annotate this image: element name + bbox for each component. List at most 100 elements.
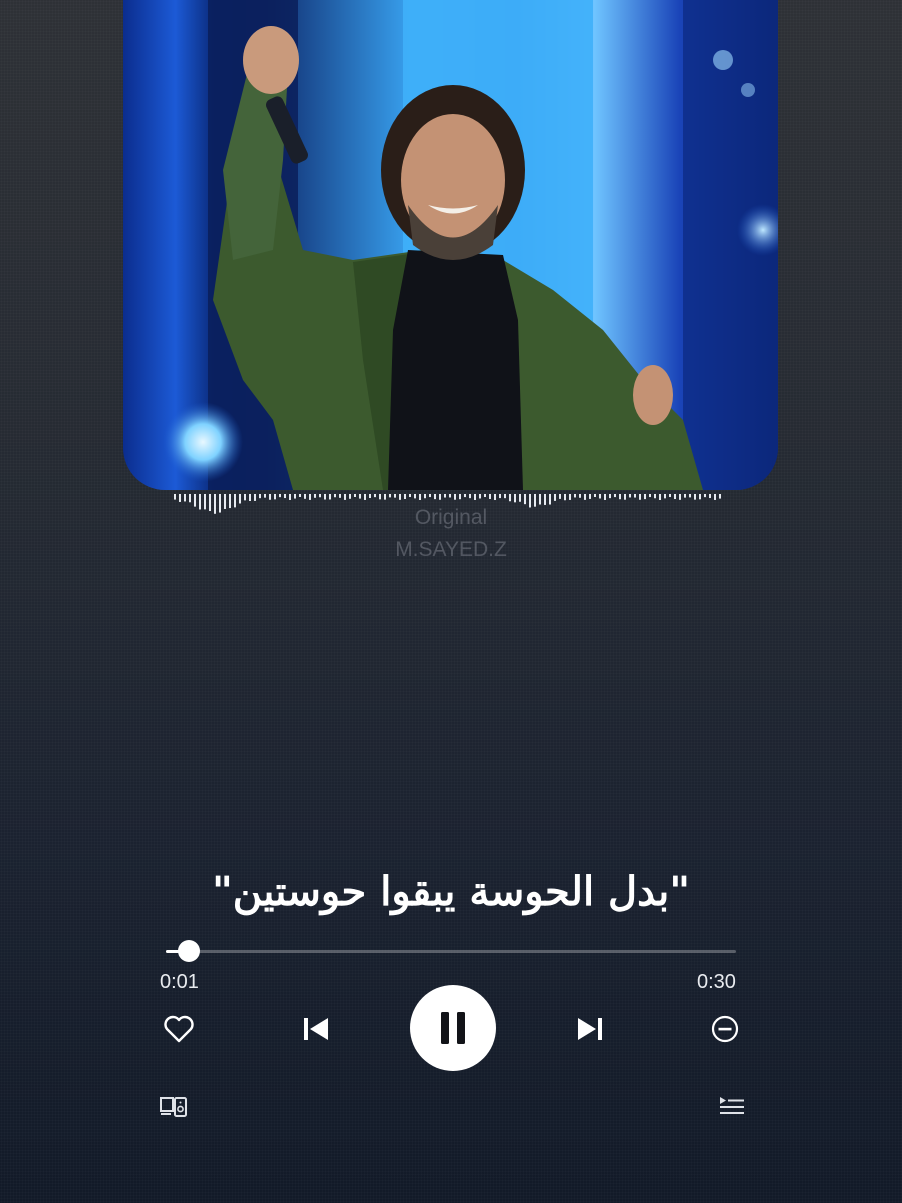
waveform-bar bbox=[534, 494, 536, 507]
waveform-bar bbox=[544, 494, 546, 505]
waveform-bar bbox=[609, 494, 611, 499]
album-art bbox=[123, 0, 778, 490]
waveform-bar bbox=[414, 494, 416, 499]
waveform-bar bbox=[684, 494, 686, 498]
waveform-bar bbox=[569, 494, 571, 500]
waveform-bar bbox=[539, 494, 541, 505]
waveform-bar bbox=[639, 494, 641, 500]
waveform-bar bbox=[264, 494, 266, 498]
waveform-bar bbox=[194, 494, 196, 507]
waveform-bar bbox=[594, 494, 596, 498]
waveform-bar bbox=[389, 494, 391, 498]
waveform-bar bbox=[179, 494, 181, 502]
waveform-bar bbox=[384, 494, 386, 500]
waveform-bar bbox=[664, 494, 666, 499]
waveform-bar bbox=[249, 494, 251, 502]
waveform-bar bbox=[174, 494, 176, 500]
waveform-bar bbox=[379, 494, 381, 500]
queue-icon bbox=[720, 1097, 744, 1114]
waveform-bar bbox=[289, 494, 291, 500]
progress-thumb[interactable] bbox=[177, 940, 200, 962]
waveform-bar bbox=[584, 494, 586, 500]
waveform-bar bbox=[519, 494, 521, 502]
waveform-bar bbox=[279, 494, 281, 498]
waveform-bar bbox=[444, 494, 446, 498]
waveform-bar bbox=[429, 494, 431, 498]
waveform-bar bbox=[504, 494, 506, 499]
remove-button[interactable] bbox=[706, 1010, 744, 1048]
waveform-bar bbox=[354, 494, 356, 498]
waveform-bar bbox=[509, 494, 511, 502]
elapsed-time: 0:01 bbox=[160, 971, 199, 993]
waveform-bar bbox=[364, 494, 366, 500]
minus-circle-icon bbox=[711, 1015, 739, 1043]
total-time: 0:30 bbox=[697, 971, 736, 993]
waveform-bar bbox=[314, 494, 316, 498]
skip-previous-icon bbox=[304, 1018, 328, 1040]
waveform-bar bbox=[514, 494, 516, 503]
waveform-bar bbox=[419, 494, 421, 500]
waveform-bar bbox=[244, 494, 246, 501]
waveform-bar bbox=[434, 494, 436, 500]
waveform-bar bbox=[564, 494, 566, 501]
waveform-bar bbox=[184, 494, 186, 502]
waveform-bar bbox=[189, 494, 191, 503]
waveform-bar bbox=[499, 494, 501, 499]
waveform-bar bbox=[284, 494, 286, 499]
waveform-bar bbox=[474, 494, 476, 500]
pause-button[interactable] bbox=[410, 985, 496, 1071]
waveform-bar bbox=[334, 494, 336, 498]
waveform-bar bbox=[399, 494, 401, 500]
connect-device-icon bbox=[160, 1097, 187, 1117]
waveform-bar bbox=[274, 494, 276, 500]
waveform-bar bbox=[694, 494, 696, 500]
next-button[interactable] bbox=[571, 1010, 609, 1048]
waveform-bar bbox=[409, 494, 411, 498]
waveform-bar bbox=[299, 494, 301, 498]
waveform-bar bbox=[269, 494, 271, 500]
waveform-bar bbox=[699, 494, 701, 500]
waveform-bar bbox=[324, 494, 326, 500]
waveform-bar bbox=[714, 494, 716, 500]
waveform-bar bbox=[644, 494, 646, 500]
previous-button[interactable] bbox=[297, 1010, 335, 1048]
progress-bar[interactable] bbox=[166, 940, 736, 962]
album-art-image bbox=[163, 0, 778, 490]
waveform-bar bbox=[614, 494, 616, 498]
waveform-bar bbox=[454, 494, 456, 500]
track-credit: M.SAYED.Z bbox=[395, 538, 507, 561]
waveform-bar bbox=[359, 494, 361, 499]
lyric-line: "بدل الحوسة يبقوا حوستين" bbox=[211, 868, 691, 915]
waveform-bar bbox=[464, 494, 466, 498]
waveform-bar bbox=[549, 494, 551, 505]
waveform-bar bbox=[704, 494, 706, 498]
waveform-bar bbox=[629, 494, 631, 498]
waveform-bar bbox=[559, 494, 561, 499]
waveform-bar bbox=[554, 494, 556, 501]
connect-devices-button[interactable] bbox=[156, 1092, 192, 1122]
waveform-bar bbox=[624, 494, 626, 500]
waveform-bar bbox=[654, 494, 656, 499]
waveform-bar bbox=[374, 494, 376, 498]
waveform-bar bbox=[599, 494, 601, 499]
waveform-bar bbox=[404, 494, 406, 499]
queue-button[interactable] bbox=[714, 1092, 750, 1122]
waveform-bar bbox=[579, 494, 581, 498]
waveform-bar bbox=[619, 494, 621, 500]
waveform-bar bbox=[259, 494, 261, 499]
waveform-bar bbox=[494, 494, 496, 501]
waveform-bar bbox=[679, 494, 681, 500]
waveform-bar bbox=[604, 494, 606, 500]
waveform-bar bbox=[484, 494, 486, 498]
waveform-bar bbox=[309, 494, 311, 500]
waveform-bar bbox=[459, 494, 461, 500]
like-button[interactable] bbox=[160, 1010, 198, 1048]
waveform-bar bbox=[304, 494, 306, 499]
track-tag: Original bbox=[414, 506, 488, 529]
waveform-bar bbox=[574, 494, 576, 498]
waveform-bar bbox=[524, 494, 526, 505]
waveform-bar bbox=[469, 494, 471, 499]
waveform-bar bbox=[254, 494, 256, 501]
waveform-bar bbox=[239, 494, 241, 504]
waveform-bar bbox=[674, 494, 676, 500]
